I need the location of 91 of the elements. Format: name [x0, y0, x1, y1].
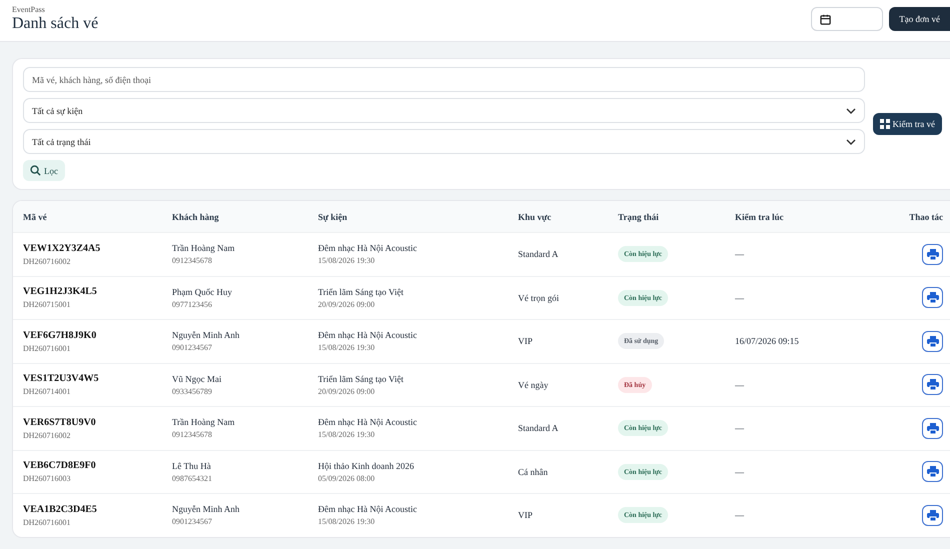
checked-time: —: [735, 466, 744, 477]
zone-text: VIP: [518, 336, 533, 346]
checked-time: —: [735, 510, 744, 520]
print-button[interactable]: [922, 504, 943, 526]
event-name: Triển lãm Sáng tạo Việt: [318, 374, 404, 384]
checked-time: —: [735, 423, 744, 434]
grid-icon: [880, 119, 890, 129]
zone-text: Vé ngày: [518, 380, 548, 390]
calendar-button[interactable]: [811, 7, 884, 31]
event-time: 15/08/2026 19:30: [318, 343, 376, 352]
event-name: Hội thảo Kinh doanh 2026: [318, 460, 415, 471]
customer-name: Trần Hoàng Nam: [172, 243, 236, 254]
create-button[interactable]: Tạo đơn vé: [889, 7, 950, 31]
order-code: DH260714001: [23, 387, 72, 396]
phone-number: 0977123456: [172, 300, 213, 309]
printer-icon: [926, 248, 938, 260]
status-select[interactable]: Tất cả trạng thái: [23, 129, 865, 154]
customer-name: Trần Hoàng Nam: [172, 417, 236, 428]
event-time: 15/08/2026 19:30: [318, 430, 376, 440]
phone-number: 0987654321: [172, 474, 213, 483]
order-code: DH260716003: [23, 474, 72, 484]
check-ticket-button[interactable]: Kiểm tra vé: [872, 113, 942, 135]
search-icon: [30, 165, 41, 176]
column-header: Thao tác: [908, 212, 943, 222]
phone-number: 0901234567: [172, 517, 213, 526]
ticket-code: VEW1X2Y3Z4A5: [23, 242, 102, 254]
phone-number: 0901234567: [172, 343, 213, 352]
customer-name: Nguyễn Minh Anh: [172, 330, 240, 340]
ticket-code: VEB6C7D8E9F0: [23, 460, 97, 472]
print-button[interactable]: [922, 244, 943, 265]
column-header: Kiểm tra lúc: [735, 212, 784, 222]
printer-icon: [926, 336, 938, 347]
phone-number: 0912345678: [172, 256, 213, 266]
zone-text: VIP: [518, 510, 533, 520]
customer-name: Lê Thu Hà: [172, 460, 212, 471]
event-time: 20/09/2026 09:00: [318, 300, 376, 309]
order-code: DH260716001: [23, 518, 72, 527]
column-header: Khách hàng: [172, 212, 220, 222]
event-name: Đêm nhạc Hà Nội Acoustic: [318, 330, 418, 340]
zone-text: Standard A: [518, 423, 558, 434]
event-name: Đêm nhạc Hà Nội Acoustic: [318, 243, 418, 254]
printer-icon: [926, 379, 938, 390]
ticket-code: VEG1H2J3K4L5: [23, 286, 98, 298]
ticket-code: VEF6G7H8J9K0: [23, 330, 98, 341]
order-code: DH260716002: [23, 256, 72, 266]
print-button[interactable]: [922, 330, 943, 352]
event-time: 15/08/2026 19:30: [318, 256, 376, 266]
column-header: Trạng thái: [618, 212, 660, 222]
event-time: 20/09/2026 09:00: [318, 386, 376, 396]
phone-number: 0933456789: [172, 386, 213, 396]
event-time: 05/09/2026 08:00: [318, 474, 376, 483]
calendar-icon: [820, 14, 832, 24]
checked-time: —: [735, 249, 744, 260]
print-button[interactable]: [922, 374, 943, 396]
customer-name: Nguyễn Minh Anh: [172, 504, 240, 514]
phone-number: 0912345678: [172, 430, 213, 440]
zone-text: Vé trọn gói: [518, 292, 559, 303]
event-name: Triển lãm Sáng tạo Việt: [318, 286, 404, 297]
event-time: 15/08/2026 19:30: [318, 517, 376, 526]
printer-icon: [926, 292, 938, 304]
customer-name: Vũ Ngọc Mai: [172, 374, 222, 384]
printer-icon: [926, 422, 938, 434]
order-code: DH260716001: [23, 344, 72, 353]
event-name: Đêm nhạc Hà Nội Acoustic: [318, 504, 418, 514]
event-select[interactable]: Tất cả sự kiện: [23, 98, 865, 123]
checked-time: 16/07/2026 09:15: [735, 336, 799, 346]
checked-time: —: [735, 292, 744, 303]
chevron-down-icon: [846, 108, 856, 114]
ticket-code: VES1T2U3V4W5: [23, 373, 100, 384]
column-header: Khu vực: [518, 212, 552, 222]
column-header: Sự kiện: [318, 212, 348, 222]
zone-text: Standard A: [518, 249, 558, 260]
order-code: DH260716002: [23, 430, 72, 440]
customer-name: Phạm Quốc Huy: [172, 286, 233, 297]
checked-time: —: [735, 380, 744, 390]
print-button[interactable]: [922, 287, 943, 308]
filter-button[interactable]: Lọc: [23, 160, 65, 181]
column-header: Mã vé: [23, 212, 48, 222]
page-title: Danh sách vé: [12, 15, 98, 33]
print-button[interactable]: [922, 418, 943, 439]
printer-icon: [926, 510, 938, 521]
brand-name: EventPass: [12, 5, 46, 14]
ticket-code: VEA1B2C3D4E5: [23, 504, 98, 515]
ticket-code: VER6S7T8U9V0: [23, 416, 97, 428]
order-code: DH260715001: [23, 300, 72, 310]
printer-icon: [926, 466, 938, 478]
zone-text: Cá nhân: [518, 466, 548, 477]
print-button[interactable]: [922, 461, 943, 482]
event-name: Đêm nhạc Hà Nội Acoustic: [318, 417, 418, 428]
chevron-down-icon: [846, 138, 856, 144]
search-field[interactable]: Mã vé, khách hàng, số điện thoại: [23, 67, 865, 92]
